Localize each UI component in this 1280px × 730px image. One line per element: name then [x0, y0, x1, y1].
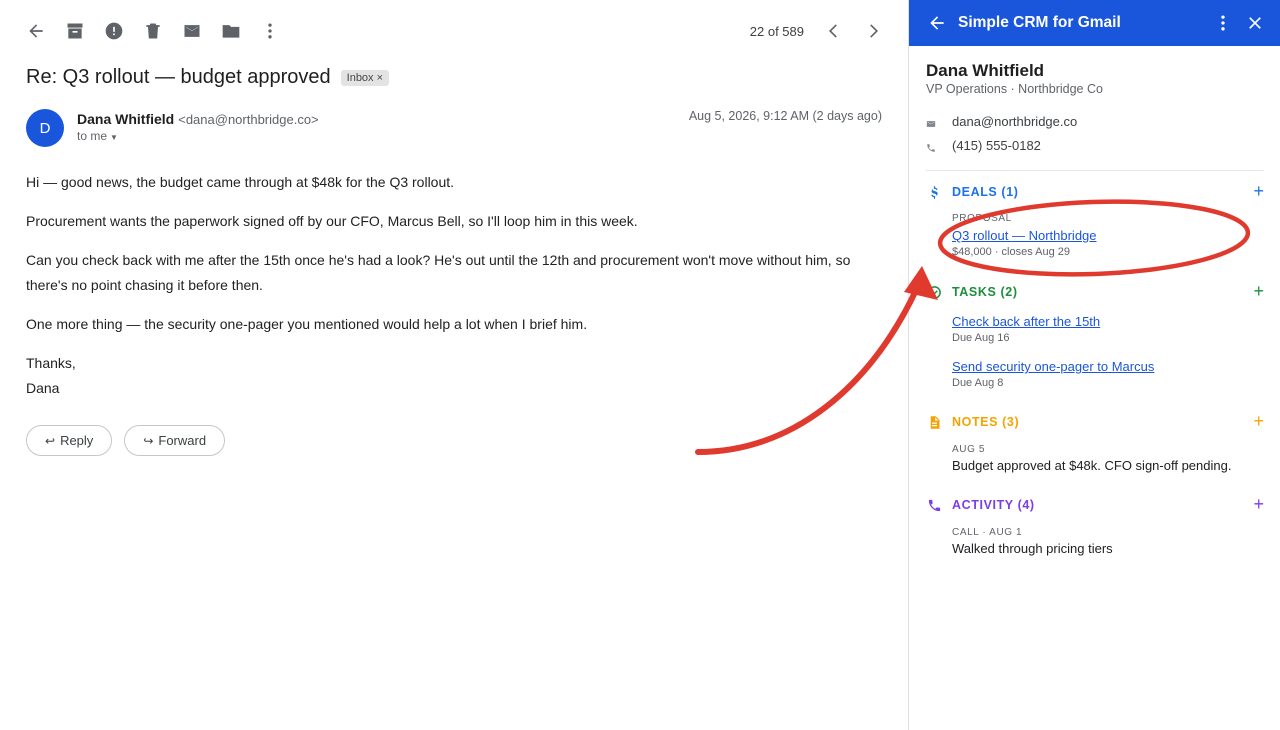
body-paragraph: Hi — good news, the budget came through …: [26, 174, 455, 190]
activity-section-header: ACTIVITY (4) +: [926, 495, 1264, 514]
divider: [926, 170, 1264, 171]
notes-section-header: NOTES (3) +: [926, 412, 1264, 431]
email-toolbar: 22 of 589: [0, 0, 908, 62]
phone-call-icon: [926, 497, 942, 513]
note-date: AUG 5: [952, 444, 986, 455]
contact-phone: (415) 555-0182: [952, 138, 1041, 153]
report-spam-icon[interactable]: [102, 19, 126, 43]
contact-phone-row[interactable]: (415) 555-0182: [926, 138, 1041, 153]
forward-label: Forward: [158, 433, 207, 448]
deal-link[interactable]: Q3 rollout — Northbridge: [952, 228, 1264, 243]
crm-header: Simple CRM for Gmail: [909, 0, 1280, 46]
crm-close-icon[interactable]: [1245, 13, 1265, 33]
email-body: Hi — good news, the budget came through …: [26, 170, 886, 401]
activity-section-title: ACTIVITY (4): [952, 498, 1035, 512]
recipient-details[interactable]: to me ▼: [77, 129, 118, 143]
add-task-button[interactable]: +: [1253, 282, 1264, 300]
body-paragraph: Can you check back with me after the 15t…: [26, 252, 851, 293]
sender-avatar[interactable]: D: [26, 109, 64, 147]
reply-button[interactable]: ↩ Reply: [26, 425, 113, 456]
add-activity-button[interactable]: +: [1253, 495, 1264, 513]
sender-email: <dana@northbridge.co>: [178, 112, 319, 127]
activity-item: CALL · AUG 1 Walked through pricing tier…: [952, 527, 1264, 556]
note-icon: [926, 414, 942, 430]
contact-name: Dana Whitfield: [926, 61, 1045, 80]
note-item: AUG 5 Budget approved at $48k. CFO sign-…: [952, 444, 1264, 473]
deal-stage: PROPOSAL: [952, 213, 1012, 224]
caret-down-icon[interactable]: ▼: [110, 133, 118, 142]
body-paragraph: Procurement wants the paperwork signed o…: [26, 213, 638, 229]
task-due: Due Aug 16: [952, 332, 1010, 344]
notes-section-title: NOTES (3): [952, 415, 1020, 429]
sender-name[interactable]: Dana Whitfield: [77, 111, 174, 127]
previous-email-icon[interactable]: [822, 19, 846, 43]
sign-off: Thanks,: [26, 355, 76, 371]
forward-button[interactable]: ↪ Forward: [124, 425, 226, 456]
task-link[interactable]: Send security one-pager to Marcus: [952, 359, 1264, 374]
email-date: Aug 5, 2026, 9:12 AM (2 days ago): [688, 109, 882, 123]
email-subject: Re: Q3 rollout — budget approved: [26, 66, 331, 88]
contact-email-row[interactable]: dana@northbridge.co: [926, 114, 1077, 129]
add-note-button[interactable]: +: [1253, 412, 1264, 430]
deal-item: PROPOSAL Q3 rollout — Northbridge $48,00…: [952, 213, 1264, 258]
reply-label: Reply: [60, 433, 94, 448]
more-options-icon[interactable]: [258, 19, 282, 43]
signature: Dana: [26, 380, 60, 396]
sender-name-line: Dana Whitfield <dana@northbridge.co>: [77, 111, 319, 127]
move-to-folder-icon[interactable]: [219, 19, 243, 43]
next-email-icon[interactable]: [861, 19, 885, 43]
mark-unread-icon[interactable]: [180, 19, 204, 43]
reply-icon: ↩: [45, 433, 56, 448]
activity-type: CALL · AUG 1: [952, 527, 1023, 538]
crm-title: Simple CRM for Gmail: [958, 14, 1121, 31]
note-text: Budget approved at $48k. CFO sign-off pe…: [952, 458, 1232, 473]
contact-role: VP Operations · Northbridge Co: [926, 82, 1103, 96]
dollar-icon: [926, 184, 942, 200]
inbox-label-chip[interactable]: Inbox ×: [340, 69, 389, 86]
body-paragraph: One more thing — the security one-pager …: [26, 316, 588, 332]
check-circle-icon: [926, 284, 942, 300]
crm-more-icon[interactable]: [1213, 13, 1233, 33]
reply-actions: ↩ Reply ↪ Forward: [26, 425, 226, 456]
archive-icon[interactable]: [63, 19, 87, 43]
crm-back-arrow-icon[interactable]: [927, 13, 947, 33]
activity-text: Walked through pricing tiers: [952, 541, 1113, 556]
phone-icon: [926, 141, 936, 152]
task-item: Check back after the 15th Due Aug 16: [952, 314, 1264, 344]
contact-email: dana@northbridge.co: [952, 114, 1078, 129]
email-pane: 22 of 589 Re: Q3 rollout — budget approv…: [0, 0, 908, 730]
deals-section-header: DEALS (1) +: [926, 182, 1264, 201]
crm-side-panel: Simple CRM for Gmail Dana Whitfield VP O…: [908, 0, 1280, 730]
task-item: Send security one-pager to Marcus Due Au…: [952, 359, 1264, 389]
back-arrow-icon[interactable]: [24, 19, 48, 43]
add-deal-button[interactable]: +: [1253, 182, 1264, 200]
pager-count: 22 of 589: [749, 24, 804, 39]
forward-icon: ↪: [143, 433, 154, 448]
subject-row: Re: Q3 rollout — budget approved Inbox ×: [26, 66, 389, 89]
sender-row: D Dana Whitfield <dana@northbridge.co> to…: [26, 109, 882, 151]
task-link[interactable]: Check back after the 15th: [952, 314, 1264, 329]
mail-icon: [926, 117, 936, 127]
deal-meta: $48,000 · closes Aug 29: [952, 246, 1071, 258]
deals-section-title: DEALS (1): [952, 185, 1019, 199]
delete-icon[interactable]: [141, 19, 165, 43]
tasks-section-header: TASKS (2) +: [926, 282, 1264, 301]
tasks-section-title: TASKS (2): [952, 285, 1018, 299]
label-chip-text: Inbox: [346, 71, 374, 84]
task-due: Due Aug 8: [952, 377, 1004, 389]
remove-label-icon[interactable]: ×: [377, 72, 383, 84]
recipient-text: to me: [77, 129, 108, 143]
